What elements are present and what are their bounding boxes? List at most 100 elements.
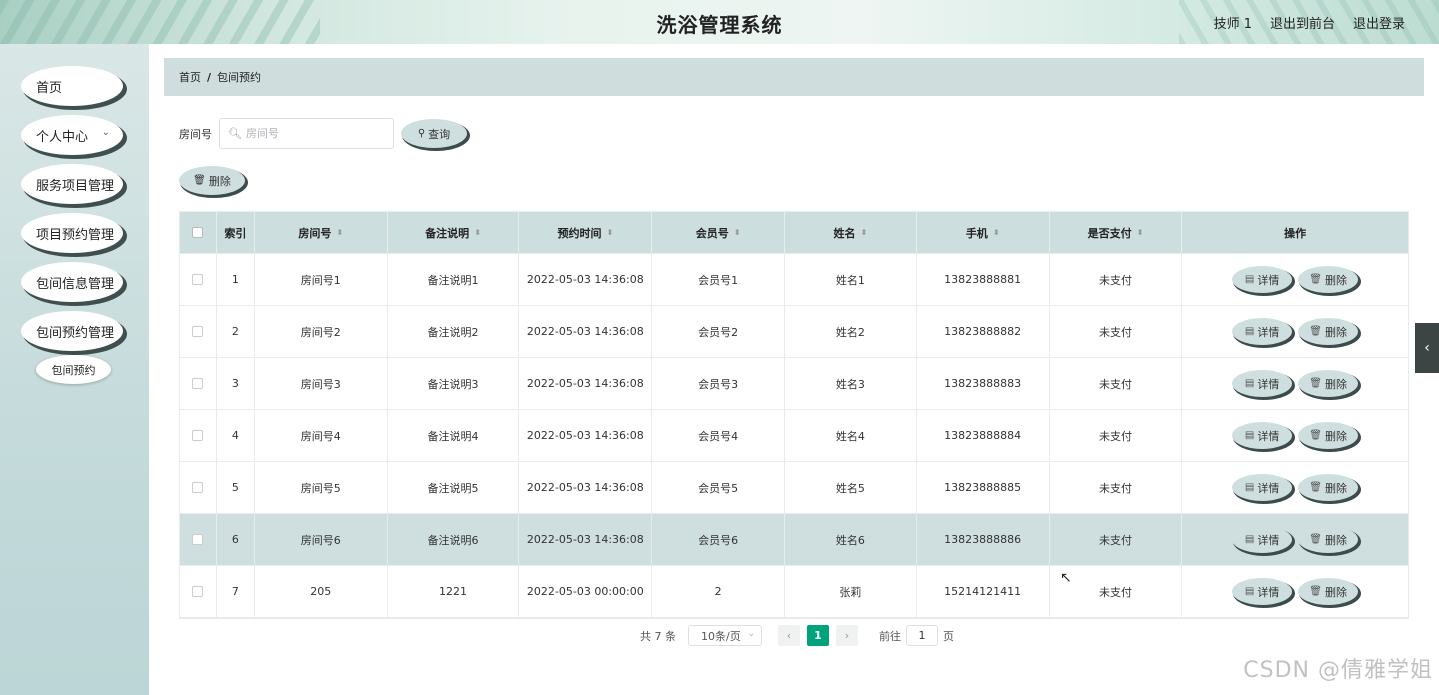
goto-page-input[interactable]: 1 xyxy=(906,625,938,646)
detail-button[interactable]: ▤ 详情 xyxy=(1232,422,1293,449)
trash-icon: 🗑︎ xyxy=(1309,586,1322,597)
row-checkbox[interactable] xyxy=(192,482,204,493)
delete-button[interactable]: 🗑︎ 删除 xyxy=(1298,370,1359,397)
detail-button[interactable]: ▤ 详情 xyxy=(1232,266,1293,293)
delete-label: 删除 xyxy=(1325,481,1347,495)
table-row[interactable]: 2 房间号2 备注说明2 2022-05-03 14:36:08 会员号2 姓名2 1382… xyxy=(180,306,1408,358)
sort-icon[interactable]: ⬍ xyxy=(336,228,343,237)
table-row[interactable]: 5 房间号5 备注说明5 2022-05-03 14:36:08 会员号5 姓名5 1382… xyxy=(180,462,1408,514)
detail-button[interactable]: ▤ 详情 xyxy=(1232,474,1293,501)
table-row[interactable]: 4 房间号4 备注说明4 2022-05-03 14:36:08 会员号4 姓名4 1382… xyxy=(180,410,1408,462)
search-box[interactable]: 🔍︎ xyxy=(219,118,394,149)
row-checkbox[interactable] xyxy=(192,274,204,285)
bulk-delete-button[interactable]: 🗑︎ 删除 xyxy=(179,166,245,195)
row-checkbox[interactable] xyxy=(192,378,204,389)
detail-button[interactable]: ▤ 详情 xyxy=(1232,578,1293,605)
table-row[interactable]: 1 房间号1 备注说明1 2022-05-03 14:36:08 会员号1 姓名1 1382… xyxy=(180,254,1408,306)
cell-phone: 13823888882 xyxy=(917,306,1050,357)
row-checkbox-cell xyxy=(180,410,217,461)
row-checkbox[interactable] xyxy=(192,326,204,337)
breadcrumb-home[interactable]: 首页 xyxy=(179,69,201,85)
table-row[interactable]: 3 房间号3 备注说明3 2022-05-03 14:36:08 会员号3 姓名3 1382… xyxy=(180,358,1408,410)
cell-room: 房间号1 xyxy=(255,254,388,305)
row-actions: ▤ 详情 🗑︎ 删除 xyxy=(1182,566,1408,617)
table-row[interactable]: 7 205 1221 2022-05-03 00:00:00 2 张莉 1521412141… xyxy=(180,566,1408,618)
cell-index: 3 xyxy=(217,358,255,409)
row-checkbox-cell xyxy=(180,306,217,357)
sort-icon[interactable]: ⬍ xyxy=(1137,228,1144,237)
col-paid[interactable]: 是否支付 ⬍ xyxy=(1050,212,1183,253)
cell-index: 4 xyxy=(217,410,255,461)
sidebar-item-profile[interactable]: 个人中心 ⌄ xyxy=(21,115,123,155)
app-header: 洗浴管理系统 技师 1 退出到前台 退出登录 xyxy=(0,0,1439,44)
document-icon: ▤ xyxy=(1244,326,1255,337)
sidebar-item-room-booking[interactable]: 包间预约管理 xyxy=(21,311,123,351)
col-time[interactable]: 预约时间 ⬍ xyxy=(519,212,653,253)
delete-button[interactable]: 🗑︎ 删除 xyxy=(1298,578,1359,605)
col-room[interactable]: 房间号 ⬍ xyxy=(255,212,388,253)
prev-page-button[interactable]: ‹ xyxy=(778,625,800,646)
document-icon: ▤ xyxy=(1244,430,1255,441)
delete-button[interactable]: 🗑︎ 删除 xyxy=(1298,474,1359,501)
col-member[interactable]: 会员号 ⬍ xyxy=(652,212,785,253)
row-actions: ▤ 详情 🗑︎ 删除 xyxy=(1182,306,1408,357)
trash-icon: 🗑︎ xyxy=(193,175,206,186)
breadcrumb-separator: / xyxy=(207,70,212,84)
cell-paid: 未支付 xyxy=(1050,306,1183,357)
sidebar-subitem-room-booking[interactable]: 包间预约 xyxy=(36,355,111,384)
col-phone[interactable]: 手机 ⬍ xyxy=(917,212,1050,253)
select-all-checkbox[interactable] xyxy=(192,227,204,238)
sidebar-item-item-booking[interactable]: 项目预约管理 xyxy=(21,213,123,253)
next-page-button[interactable]: › xyxy=(836,625,858,646)
delete-button[interactable]: 🗑︎ 删除 xyxy=(1298,422,1359,449)
watermark: CSDN @倩雅学姐 xyxy=(1243,658,1433,683)
logout-link[interactable]: 退出登录 xyxy=(1353,13,1405,32)
detail-button[interactable]: ▤ 详情 xyxy=(1232,370,1293,397)
sort-icon[interactable]: ⬍ xyxy=(606,228,613,237)
col-name[interactable]: 姓名 ⬍ xyxy=(785,212,917,253)
sidebar-item-service-items[interactable]: 服务项目管理 xyxy=(21,164,123,204)
col-note[interactable]: 备注说明 ⬍ xyxy=(388,212,520,253)
delete-button[interactable]: 🗑︎ 删除 xyxy=(1298,526,1359,553)
search-input[interactable] xyxy=(245,127,386,140)
cell-member: 会员号2 xyxy=(652,306,785,357)
cell-note: 备注说明2 xyxy=(388,306,520,357)
sidebar-item-label: 首页 xyxy=(36,80,63,96)
goto-label: 前往 xyxy=(879,629,901,643)
cell-member: 会员号3 xyxy=(652,358,785,409)
trash-icon: 🗑︎ xyxy=(1309,534,1322,545)
delete-label: 删除 xyxy=(1325,429,1347,443)
query-button[interactable]: ⚲ 查询 xyxy=(401,119,467,148)
panel-toggle-button[interactable]: ‹ xyxy=(1415,323,1439,373)
row-checkbox[interactable] xyxy=(192,586,204,597)
detail-label: 详情 xyxy=(1257,585,1280,599)
trash-icon: 🗑︎ xyxy=(1309,274,1322,285)
sort-icon[interactable]: ⬍ xyxy=(474,228,481,237)
sidebar-item-room-info[interactable]: 包间信息管理 xyxy=(21,262,123,302)
delete-label: 删除 xyxy=(1325,273,1347,287)
sidebar-item-label: 包间信息管理 xyxy=(36,276,115,292)
cell-name: 姓名2 xyxy=(785,306,917,357)
sort-icon[interactable]: ⬍ xyxy=(734,228,741,237)
col-index: 索引 xyxy=(217,212,255,253)
page-number[interactable]: 1 xyxy=(807,625,829,646)
chevron-down-icon: ⌄ xyxy=(747,629,755,639)
cell-note: 备注说明5 xyxy=(388,462,520,513)
row-checkbox[interactable] xyxy=(192,430,204,441)
table-row[interactable]: 6 房间号6 备注说明6 2022-05-03 14:36:08 会员号6 姓名6 1382… xyxy=(180,514,1408,566)
detail-button[interactable]: ▤ 详情 xyxy=(1232,526,1293,553)
sidebar-item-home[interactable]: 首页 xyxy=(21,66,123,106)
sort-icon[interactable]: ⬍ xyxy=(993,228,1000,237)
to-front-link[interactable]: 退出到前台 xyxy=(1270,13,1335,32)
delete-button[interactable]: 🗑︎ 删除 xyxy=(1298,266,1359,293)
col-label: 房间号 xyxy=(298,226,332,240)
delete-button[interactable]: 🗑︎ 删除 xyxy=(1298,318,1359,345)
page-size-select[interactable]: 10条/页 ⌄ xyxy=(688,625,762,646)
row-checkbox-cell xyxy=(180,514,217,565)
table-header-row: 索引 房间号 ⬍ 备注说明 ⬍ 预约时间 ⬍ 会员号 ⬍ 姓名 ⬍ 手机 ⬍ 是否支付 ⬍ 操… xyxy=(180,212,1408,254)
cell-note: 1221 xyxy=(388,566,520,617)
cell-phone: 13823888884 xyxy=(917,410,1050,461)
detail-button[interactable]: ▤ 详情 xyxy=(1232,318,1293,345)
sort-icon[interactable]: ⬍ xyxy=(861,228,868,237)
row-checkbox[interactable] xyxy=(192,534,204,545)
